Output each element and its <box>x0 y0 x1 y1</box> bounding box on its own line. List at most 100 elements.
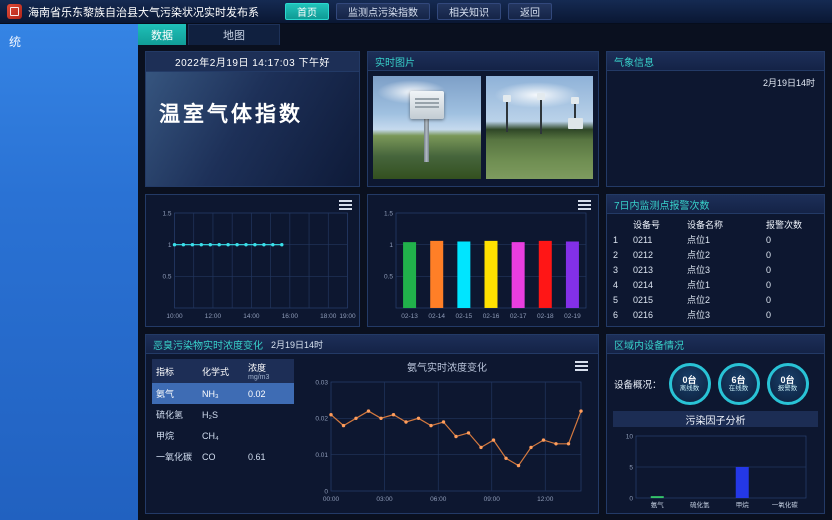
odor-row-co[interactable]: 一氧化碳 CO 0.61 <box>152 446 294 467</box>
alarm-table-row[interactable]: 6 0216 点位3 0 <box>613 307 818 322</box>
photos-body <box>368 71 598 184</box>
svg-text:甲烷: 甲烷 <box>735 500 749 509</box>
app-logo-icon <box>7 4 22 19</box>
nav-pollution-index-button[interactable]: 监测点污染指数 <box>336 3 430 20</box>
odor-row-nh3[interactable]: 氨气 NH₃ 0.02 <box>152 383 294 404</box>
svg-text:10:00: 10:00 <box>166 313 183 320</box>
weather-panel-title: 气象信息 <box>614 54 654 69</box>
svg-text:0.5: 0.5 <box>384 274 393 281</box>
svg-text:03:00: 03:00 <box>376 496 393 503</box>
svg-text:0: 0 <box>324 488 328 495</box>
greenhouse-trend-panel: 0.511.510:0012:0014:0016:0018:0019:00 <box>145 194 360 327</box>
chart-menu-icon[interactable] <box>575 361 588 371</box>
device-overview-label: 设备概况： <box>614 377 662 391</box>
nav-home-button[interactable]: 首页 <box>285 3 329 20</box>
cell-value: 0.02 <box>248 389 290 399</box>
cell-indicator: 硫化氢 <box>156 408 202 421</box>
odor-row-ch4[interactable]: 甲烷 CH₄ <box>152 425 294 446</box>
alarm-stats-panel: 7日内监测点报警次数 设备号 设备名称 报警次数 1 0211 点位1 0 <box>606 194 825 327</box>
alarm-table-row[interactable]: 3 0213 点位3 0 <box>613 262 818 277</box>
cell-index: 6 <box>613 310 633 320</box>
alarm-table-row[interactable]: 5 0215 点位2 0 <box>613 292 818 307</box>
devices-panel: 区域内设备情况 设备概况： 0台 离线数 6台 在线数 0台 报警数 <box>606 334 825 514</box>
cell-device-id: 0211 <box>633 235 687 245</box>
cell-index: 2 <box>613 250 633 260</box>
svg-text:0: 0 <box>629 495 633 502</box>
svg-text:12:00: 12:00 <box>204 313 221 320</box>
title-bar: 海南省乐东黎族自治县大气污染状况实时发布系 首页 监测点污染指数 相关知识 返回 <box>0 0 832 24</box>
svg-text:14:00: 14:00 <box>243 313 260 320</box>
cell-alarm-count: 0 <box>766 250 818 260</box>
cell-indicator: 氨气 <box>156 387 202 400</box>
svg-text:1.5: 1.5 <box>162 210 171 217</box>
alarm-table-row[interactable]: 4 0214 点位1 0 <box>613 277 818 292</box>
svg-text:硫化氢: 硫化氢 <box>690 500 710 509</box>
svg-text:02-14: 02-14 <box>428 313 445 320</box>
cell-alarm-count: 0 <box>766 310 818 320</box>
cell-device-id: 0216 <box>633 310 687 320</box>
nh3-trend-chart: 00.010.020.0300:0003:0006:0009:0012:00 <box>303 374 591 504</box>
factor-analysis-chart: 0510氨气硫化氢甲烷一氧化碳 <box>616 430 816 510</box>
cell-device-id: 0215 <box>633 295 687 305</box>
cell-formula: H₂S <box>202 410 248 420</box>
tab-bar: 数据 地图 <box>138 24 832 45</box>
devices-panel-title: 区域内设备情况 <box>614 337 684 352</box>
odor-panel-datetime: 2月19日14时 <box>271 338 323 351</box>
concentration-unit: mg/m3 <box>248 374 290 382</box>
cell-alarm-count: 0 <box>766 295 818 305</box>
cell-device-name: 点位2 <box>687 248 766 261</box>
svg-text:02-17: 02-17 <box>510 313 527 320</box>
alarm-table-row[interactable]: 2 0212 点位2 0 <box>613 247 818 262</box>
tab-map[interactable]: 地图 <box>188 24 280 45</box>
odor-panel-title: 恶臭污染物实时浓度变化 <box>153 337 263 352</box>
tab-data[interactable]: 数据 <box>138 24 186 45</box>
svg-text:氨气: 氨气 <box>650 500 664 509</box>
sensor-pole <box>506 102 508 132</box>
col-concentration: 浓度 mg/m3 <box>248 361 290 382</box>
cell-indicator: 一氧化碳 <box>156 450 202 463</box>
dashboard-headline: 温室气体指数 <box>146 72 359 128</box>
alarm-table: 设备号 设备名称 报警次数 1 0211 点位1 0 2 0212 点位2 <box>607 214 824 324</box>
svg-text:19:00: 19:00 <box>339 313 355 320</box>
station-shed <box>568 118 583 129</box>
col-device-name: 设备名称 <box>687 218 766 231</box>
weather-panel-header: 气象信息 <box>607 52 824 71</box>
svg-text:0.5: 0.5 <box>162 274 171 281</box>
cell-device-id: 0214 <box>633 280 687 290</box>
col-indicator: 指标 <box>156 365 202 378</box>
monitor-pole <box>424 118 429 162</box>
nh3-chart-area: 氨气实时浓度变化 00.010.020.0300:0003:0006:0009:… <box>302 359 592 508</box>
nav-return-button[interactable]: 返回 <box>508 3 552 20</box>
svg-text:1.5: 1.5 <box>384 210 393 217</box>
nav-knowledge-button[interactable]: 相关知识 <box>437 3 501 20</box>
sidebar-item-system[interactable]: 统 <box>0 24 138 50</box>
online-count-badge: 6台 在线数 <box>718 363 760 405</box>
cell-index: 1 <box>613 235 633 245</box>
cell-alarm-count: 0 <box>766 280 818 290</box>
offline-count-badge: 0台 离线数 <box>669 363 711 405</box>
svg-text:1: 1 <box>167 242 171 249</box>
odor-body: 指标 化学式 浓度 mg/m3 氨气 NH₃ 0.02 <box>146 354 598 513</box>
chart-menu-icon[interactable] <box>339 200 352 210</box>
cell-device-id: 0212 <box>633 250 687 260</box>
greeting-backdrop: 温室气体指数 <box>146 72 359 186</box>
alarm-table-row[interactable]: 1 0211 点位1 0 <box>613 232 818 247</box>
alarm-count-badge: 0台 报警数 <box>767 363 809 405</box>
site-photo-2[interactable] <box>486 76 594 179</box>
alarm-panel-title: 7日内监测点报警次数 <box>614 197 710 212</box>
main-nav: 首页 监测点污染指数 相关知识 返回 <box>285 3 552 20</box>
online-count-value: 6台 <box>732 375 746 385</box>
svg-text:0.03: 0.03 <box>315 379 328 386</box>
cell-index: 4 <box>613 280 633 290</box>
daily-index-panel: 0.511.502-1302-1402-1502-1602-1702-1802-… <box>367 194 599 327</box>
odor-row-h2s[interactable]: 硫化氢 H₂S <box>152 404 294 425</box>
site-photo-1[interactable] <box>373 76 481 179</box>
greenhouse-trend-chart: 0.511.510:0012:0014:0016:0018:0019:00 <box>150 207 355 321</box>
offline-count-label: 离线数 <box>680 385 700 392</box>
dashboard: 2022年2月19日 14:17:03 下午好 温室气体指数 实时图片 <box>138 45 832 520</box>
cell-indicator: 甲烷 <box>156 429 202 442</box>
offline-count-value: 0台 <box>683 375 697 385</box>
photos-panel-title: 实时图片 <box>375 54 415 69</box>
svg-text:06:00: 06:00 <box>430 496 447 503</box>
chart-menu-icon[interactable] <box>578 200 591 210</box>
